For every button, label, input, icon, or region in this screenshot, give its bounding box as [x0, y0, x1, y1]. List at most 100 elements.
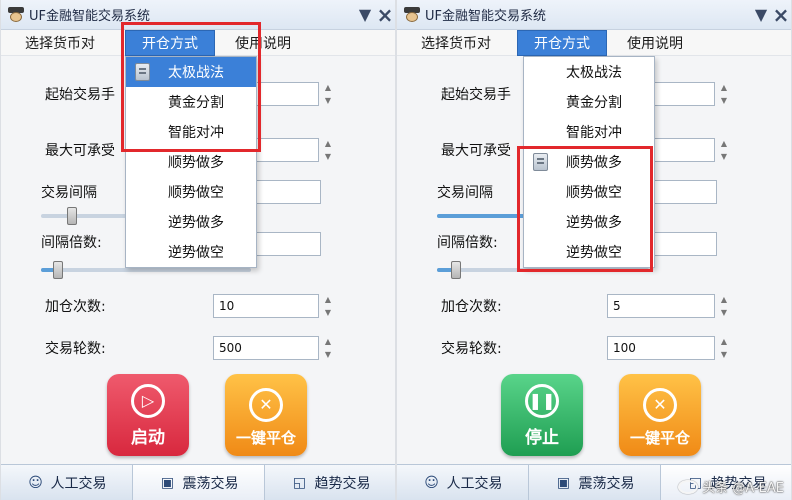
dropdown-item-counter-long[interactable]: 逆势做多 — [126, 207, 256, 237]
spin-up-icon[interactable]: ▲ — [721, 294, 727, 305]
close-icon[interactable]: × — [375, 3, 395, 27]
screenshot-root: UF金融智能交易系统 ▼ × 选择货币对 开仓方式 使用说明 起始交易手 ▲ ▼ … — [0, 0, 792, 500]
watermark-text: 头条 @A-EAE — [702, 481, 784, 496]
dropdown-item-counter-short[interactable]: 逆势做空 — [126, 237, 256, 267]
item-label: 逆势做空 — [168, 245, 224, 261]
tab-label: 人工交易 — [50, 475, 107, 492]
spin-up-icon[interactable]: ▲ — [325, 336, 331, 347]
tab-manual[interactable]: ☺ 人工交易 — [397, 465, 529, 500]
spin-up-icon[interactable]: ▲ — [721, 138, 727, 149]
spin-down-icon[interactable]: ▼ — [721, 95, 727, 106]
add-count-spinner[interactable]: ▲ ▼ — [719, 294, 729, 318]
dropdown-item-trend-short[interactable]: 顺势做空 — [126, 177, 256, 207]
interval-field[interactable] — [649, 180, 717, 204]
close-icon[interactable]: × — [771, 3, 791, 27]
spin-up-icon[interactable]: ▲ — [325, 82, 331, 93]
annotation-highlight-box — [517, 146, 653, 272]
tab-trend[interactable]: ◱ 趋势交易 — [265, 465, 395, 500]
minimize-icon[interactable]: ▼ — [355, 4, 375, 26]
menu-help[interactable]: 使用说明 — [615, 31, 695, 55]
close-all-button[interactable]: ✕ 一键平仓 — [619, 374, 701, 456]
label-interval: 交易间隔 — [437, 185, 493, 201]
label-interval-mult: 间隔倍数: — [437, 235, 498, 251]
tab-oscillation[interactable]: ▣ 震荡交易 — [133, 465, 265, 500]
rounds-spinner[interactable]: ▲ ▼ — [323, 336, 333, 360]
right-titlebar: UF金融智能交易系统 ▼ × — [397, 0, 791, 30]
label-max-loss: 最大可承受 — [45, 143, 115, 159]
label-add-count: 加仓次数: — [441, 299, 502, 315]
max-loss-field[interactable] — [251, 138, 319, 162]
spin-up-icon[interactable]: ▲ — [325, 138, 331, 149]
tab-label: 人工交易 — [446, 475, 503, 492]
dropdown-item-taiji[interactable]: 太极战法 — [524, 57, 654, 87]
play-icon: ▷ — [131, 384, 165, 418]
start-lot-spinner[interactable]: ▲ ▼ — [719, 82, 729, 106]
start-lot-field[interactable] — [251, 82, 319, 106]
slider-thumb[interactable] — [451, 261, 461, 279]
item-label: 顺势做空 — [168, 185, 224, 201]
max-loss-field[interactable] — [649, 138, 715, 162]
stop-button[interactable]: ❚❚ 停止 — [501, 374, 583, 456]
rounds-field[interactable] — [213, 336, 319, 360]
item-label: 智能对冲 — [566, 125, 622, 141]
spin-down-icon[interactable]: ▼ — [325, 307, 331, 318]
rounds-field[interactable] — [607, 336, 715, 360]
add-count-spinner[interactable]: ▲ ▼ — [323, 294, 333, 318]
menu-open-mode[interactable]: 开仓方式 — [517, 29, 607, 56]
interval-mult-slider[interactable] — [41, 261, 251, 279]
slider-thumb[interactable] — [53, 261, 63, 279]
app-logo-icon — [7, 6, 25, 24]
right-menubar: 选择货币对 开仓方式 使用说明 — [397, 29, 791, 56]
item-label: 黄金分割 — [566, 95, 622, 111]
spin-down-icon[interactable]: ▼ — [325, 95, 331, 106]
start-button[interactable]: ▷ 启动 — [107, 374, 189, 456]
spin-up-icon[interactable]: ▲ — [721, 336, 727, 347]
menu-select-pair[interactable]: 选择货币对 — [409, 31, 503, 55]
max-loss-spinner[interactable]: ▲ ▼ — [323, 138, 333, 162]
add-count-field[interactable] — [607, 294, 715, 318]
dropdown-item-hedge[interactable]: 智能对冲 — [524, 117, 654, 147]
menu-select-pair[interactable]: 选择货币对 — [13, 31, 107, 55]
user-icon: ☺ — [424, 474, 439, 491]
spin-up-icon[interactable]: ▲ — [325, 294, 331, 305]
dropdown-item-golden[interactable]: 黄金分割 — [524, 87, 654, 117]
label-start-lot: 起始交易手 — [441, 87, 511, 103]
minimize-icon[interactable]: ▼ — [751, 4, 771, 26]
rounds-spinner[interactable]: ▲ ▼ — [719, 336, 729, 360]
close-all-label: 一键平仓 — [629, 429, 690, 447]
item-label: 顺势做多 — [168, 155, 224, 171]
close-all-label: 一键平仓 — [235, 429, 296, 447]
tab-oscillation[interactable]: ▣ 震荡交易 — [529, 465, 661, 500]
user-icon: ☺ — [28, 474, 43, 491]
close-all-button[interactable]: ✕ 一键平仓 — [225, 374, 307, 456]
label-interval: 交易间隔 — [41, 185, 97, 201]
start-button-label: 启动 — [131, 428, 165, 448]
left-bottom-tabs: ☺ 人工交易 ▣ 震荡交易 ◱ 趋势交易 — [1, 464, 395, 500]
monitor-icon: ▣ — [556, 474, 571, 491]
slider-thumb[interactable] — [67, 207, 77, 225]
spin-down-icon[interactable]: ▼ — [325, 151, 331, 162]
app-logo-icon — [403, 6, 421, 24]
label-rounds: 交易轮数: — [45, 341, 106, 357]
interval-mult-field[interactable] — [251, 232, 321, 256]
label-max-loss: 最大可承受 — [441, 143, 511, 159]
label-start-lot: 起始交易手 — [45, 87, 115, 103]
tab-label: 趋势交易 — [314, 475, 371, 492]
tab-manual[interactable]: ☺ 人工交易 — [1, 465, 133, 500]
spin-up-icon[interactable]: ▲ — [721, 82, 727, 93]
label-add-count: 加仓次数: — [45, 299, 106, 315]
add-count-field[interactable] — [213, 294, 319, 318]
spin-down-icon[interactable]: ▼ — [721, 151, 727, 162]
start-lot-field[interactable] — [649, 82, 715, 106]
spin-down-icon[interactable]: ▼ — [721, 349, 727, 360]
start-lot-spinner[interactable]: ▲ ▼ — [323, 82, 333, 106]
item-label: 逆势做多 — [168, 215, 224, 231]
spin-down-icon[interactable]: ▼ — [721, 307, 727, 318]
max-loss-spinner[interactable]: ▲ ▼ — [719, 138, 729, 162]
spin-down-icon[interactable]: ▼ — [325, 349, 331, 360]
label-interval-mult: 间隔倍数: — [41, 235, 102, 251]
label-rounds: 交易轮数: — [441, 341, 502, 357]
interval-mult-field[interactable] — [649, 232, 717, 256]
interval-field[interactable] — [251, 180, 321, 204]
left-app-window: UF金融智能交易系统 ▼ × 选择货币对 开仓方式 使用说明 起始交易手 ▲ ▼ … — [0, 0, 396, 500]
